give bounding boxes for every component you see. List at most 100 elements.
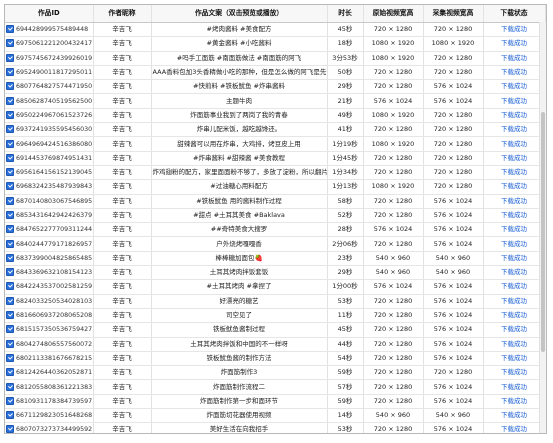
table-row[interactable]: 6975745672439926019 辛吉飞 #吗手工面筋 #南面筋做法 #南面筋… (5, 51, 546, 66)
row-checkbox[interactable] (6, 411, 14, 420)
table-row[interactable]: 6810931178384739597 辛吉飞 炸面筋制作第一步和面环节 59秒 720… (5, 394, 546, 410)
title-cell[interactable]: #甜点 #土耳其美食 #Baklava (151, 208, 328, 224)
row-checkbox[interactable] (6, 382, 14, 391)
row-checkbox[interactable] (6, 139, 14, 148)
row-checkbox[interactable] (6, 196, 14, 205)
row-checkbox[interactable] (6, 282, 14, 291)
title-cell[interactable]: 主题牛肉 (151, 93, 328, 109)
column-header-original-size[interactable]: 原始视频宽高 (363, 5, 424, 23)
row-checkbox[interactable] (6, 182, 14, 191)
column-header-duration[interactable]: 时长 (327, 5, 364, 23)
column-header-collected-size[interactable]: 采集视频宽高 (423, 5, 484, 23)
row-checkbox[interactable] (6, 311, 14, 320)
row-checkbox[interactable] (6, 239, 14, 248)
table-row[interactable]: 6812426440362052871 辛吉飞 炸面筋制作3 59秒 720 × 128… (5, 365, 546, 381)
table-row[interactable]: 6850628740519562500 辛吉飞 主题牛肉 21秒 576 × 1024 5… (5, 93, 546, 109)
column-header-author[interactable]: 作者昵称 (93, 5, 152, 23)
title-cell[interactable]: #土耳其烤肉 #拿捏了 (151, 279, 328, 295)
title-cell[interactable]: #烤肉酱料 #美食配方 (151, 22, 328, 38)
title-cell[interactable]: 司空见了 (151, 308, 328, 324)
row-checkbox[interactable] (6, 325, 14, 334)
title-cell[interactable]: 铁板鱿鱼酱制过程 (151, 322, 328, 338)
row-checkbox[interactable] (6, 110, 14, 119)
title-cell[interactable]: 土耳其烤肉拌饭和中国的不一样呀 (151, 337, 328, 352)
title-cell[interactable]: 炸面筋切花器使用视频 (151, 408, 328, 424)
table-row[interactable]: 6853431642942426379 辛吉飞 #甜点 #土耳其美食 #Baklav… (5, 208, 546, 224)
row-checkbox[interactable] (6, 296, 14, 305)
row-checkbox[interactable] (6, 368, 14, 377)
table-row[interactable]: 6812055808361221383 辛吉飞 炸面筋制作流程二 57秒 720 × 1… (5, 379, 546, 395)
title-cell[interactable]: ##奇特美食大搜罗 (151, 222, 328, 238)
table-row[interactable]: 6847652277709311244 辛吉飞 ##奇特美食大搜罗 28秒 576 × … (5, 222, 546, 238)
table-row[interactable]: 6807073273734499592 辛吉飞 美好生活在向我招手 53秒 720 × … (5, 422, 546, 433)
table-row[interactable]: 6914453769874951431 辛吉飞 #炸串酱料 #甜辣酱 #美食教程 1分… (5, 151, 546, 166)
column-header-download-status[interactable]: 下载状态 (483, 5, 546, 23)
table-row[interactable]: 6937241935595456030 辛吉飞 炸串儿配米饭，越吃越馋还。 41秒 72… (5, 122, 546, 138)
row-checkbox[interactable] (6, 253, 14, 262)
title-cell[interactable]: #铁板鱿鱼 用的酱料制作过程 (151, 194, 328, 209)
title-cell[interactable]: 美好生活在向我招手 (151, 422, 328, 433)
table-row[interactable]: 6804274806557560072 辛吉飞 土耳其烤肉拌饭和中国的不一样呀 44秒… (5, 337, 546, 352)
table-row[interactable]: 6816606937208065208 辛吉飞 司空见了 11秒 720 × 1280 5… (5, 308, 546, 324)
table-row[interactable]: 6870140803067546895 辛吉飞 #铁板鱿鱼 用的酱料制作过程 58秒 7… (5, 194, 546, 209)
title-cell[interactable]: 炸面筋制作3 (151, 365, 328, 381)
author-cell: 辛吉飞 (93, 208, 152, 224)
title-cell[interactable]: #快煎料 #铁板鱿鱼 #炸串酱料 (151, 79, 328, 95)
title-cell[interactable]: 炸鸡翅粉的配方，家里面面粉不够了，多放了淀粉，所以翻片效 (151, 165, 328, 181)
collected-size-cell: 720 × 1280 (423, 165, 484, 181)
row-checkbox[interactable] (6, 39, 14, 48)
title-cell[interactable]: 炸面筋制作第一步和面环节 (151, 394, 328, 410)
row-checkbox[interactable] (6, 96, 14, 105)
table-row[interactable]: 69442899957548944​8 辛吉飞 #烤肉酱料 #美食配方 45秒 720 … (5, 22, 546, 38)
column-header-id[interactable]: 作品ID (5, 5, 94, 23)
table-row[interactable]: 6815157350536759427 辛吉飞 铁板鱿鱼酱制过程 45秒 720 × 1… (5, 322, 546, 338)
row-checkbox[interactable] (6, 68, 14, 77)
row-checkbox[interactable] (6, 268, 14, 277)
scrollbar-thumb[interactable] (541, 112, 545, 352)
table-row[interactable]: 6950224967061523726 辛吉飞 炸面筋事业我到了两岗了我的青春 49秒… (5, 108, 546, 124)
row-checkbox[interactable] (6, 225, 14, 234)
vertical-scrollbar[interactable] (539, 22, 546, 433)
title-cell[interactable]: #吗手工面筋 #南面筋做法 #南面筋的阿飞 (151, 51, 328, 66)
table-row[interactable]: 6671129823051648268 辛吉飞 炸面筋切花器使用视频 14秒 540 ×… (5, 408, 546, 424)
column-header-title[interactable]: 作品文案（双击预览或播放） (151, 5, 328, 23)
table-row[interactable]: 6975061221200432417 辛吉飞 #黄金酱料 #小吃酱料 18秒 1080… (5, 36, 546, 52)
table-row[interactable]: 6824033250534028103 辛吉飞 好漂亮的糖艺 53秒 720 × 128… (5, 294, 546, 309)
table-row[interactable]: 6802113381676678215 辛吉飞 铁板鱿鱼酱的制作方法 54秒 720 ×… (5, 351, 546, 367)
table-row[interactable]: 6968324235487939843 辛吉飞 #过油糖心用料配方 1分13秒 1080… (5, 179, 546, 195)
title-cell[interactable]: #黄金酱料 #小吃酱料 (151, 36, 328, 52)
table-row[interactable]: 6843369632108154123 辛吉飞 土耳其烤肉拌饭套饭 29秒 540 × … (5, 265, 546, 281)
table-row[interactable]: 6840244779171826957 辛吉飞 户外烧烤嘎嘎香 2分06秒 720 × … (5, 236, 546, 252)
title-cell[interactable]: #过油糖心用料配方 (151, 179, 328, 195)
row-checkbox[interactable] (6, 339, 14, 348)
row-checkbox[interactable] (6, 425, 14, 433)
row-checkbox[interactable] (6, 25, 14, 34)
title-cell[interactable]: 甜辣酱可以用在炸串，大鸡排，烤豆皮上用 (151, 136, 328, 152)
table-row[interactable]: 6952490011817295011 辛吉飞 AAA香料包加3头香精做小吃的那种，… (5, 65, 546, 81)
row-checkbox[interactable] (6, 82, 14, 91)
table-row[interactable]: 6964969424516386080 辛吉飞 甜辣酱可以用在炸串，大鸡排，烤豆皮上… (5, 136, 546, 152)
row-checkbox[interactable] (6, 153, 14, 162)
title-cell[interactable]: 铁板鱿鱼酱的制作方法 (151, 351, 328, 367)
video-list-table[interactable]: 作品ID 作者昵称 作品文案（双击预览或播放） 时长 原始视频宽高 采集视频宽高… (4, 4, 547, 434)
row-checkbox[interactable] (6, 353, 14, 362)
title-cell[interactable]: 炸串儿配米饭，越吃越馋还。 (151, 122, 328, 138)
row-checkbox[interactable] (6, 211, 14, 219)
title-cell[interactable]: 棒棒糖加面包🍓 (151, 251, 328, 267)
table-row[interactable]: 6956164156152139045 辛吉飞 炸鸡翅粉的配方，家里面面粉不够了，多… (5, 165, 546, 181)
title-cell[interactable]: 炸面筋制作流程二 (151, 379, 328, 395)
title-cell[interactable]: 炸面筋事业我到了两岗了我的青春 (151, 108, 328, 124)
title-cell[interactable]: 户外烧烤嘎嘎香 (151, 236, 328, 252)
row-checkbox[interactable] (6, 125, 14, 134)
row-checkbox[interactable] (6, 396, 14, 405)
table-row[interactable]: 6842243537002581259 辛吉飞 #土耳其烤肉 #拿捏了 1分00秒 57… (5, 279, 546, 295)
table-row[interactable]: 6837399004825865485 辛吉飞 棒棒糖加面包🍓 23秒 540 × 96… (5, 251, 546, 267)
video-id-cell: 6853431642942426379 (5, 208, 94, 224)
title-cell[interactable]: AAA香料包加3头香精做小吃的那种，但是怎么做的阿飞是先告诉 (151, 65, 328, 81)
title-cell[interactable]: #炸串酱料 #甜辣酱 #美食教程 (151, 151, 328, 166)
title-cell[interactable]: 土耳其烤肉拌饭套饭 (151, 265, 328, 281)
row-checkbox[interactable] (6, 53, 14, 62)
row-checkbox[interactable] (6, 168, 14, 177)
table-row[interactable]: 6807764827574471950 辛吉飞 #快煎料 #铁板鱿鱼 #炸串酱料 29… (5, 79, 546, 95)
title-cell[interactable]: 好漂亮的糖艺 (151, 294, 328, 309)
